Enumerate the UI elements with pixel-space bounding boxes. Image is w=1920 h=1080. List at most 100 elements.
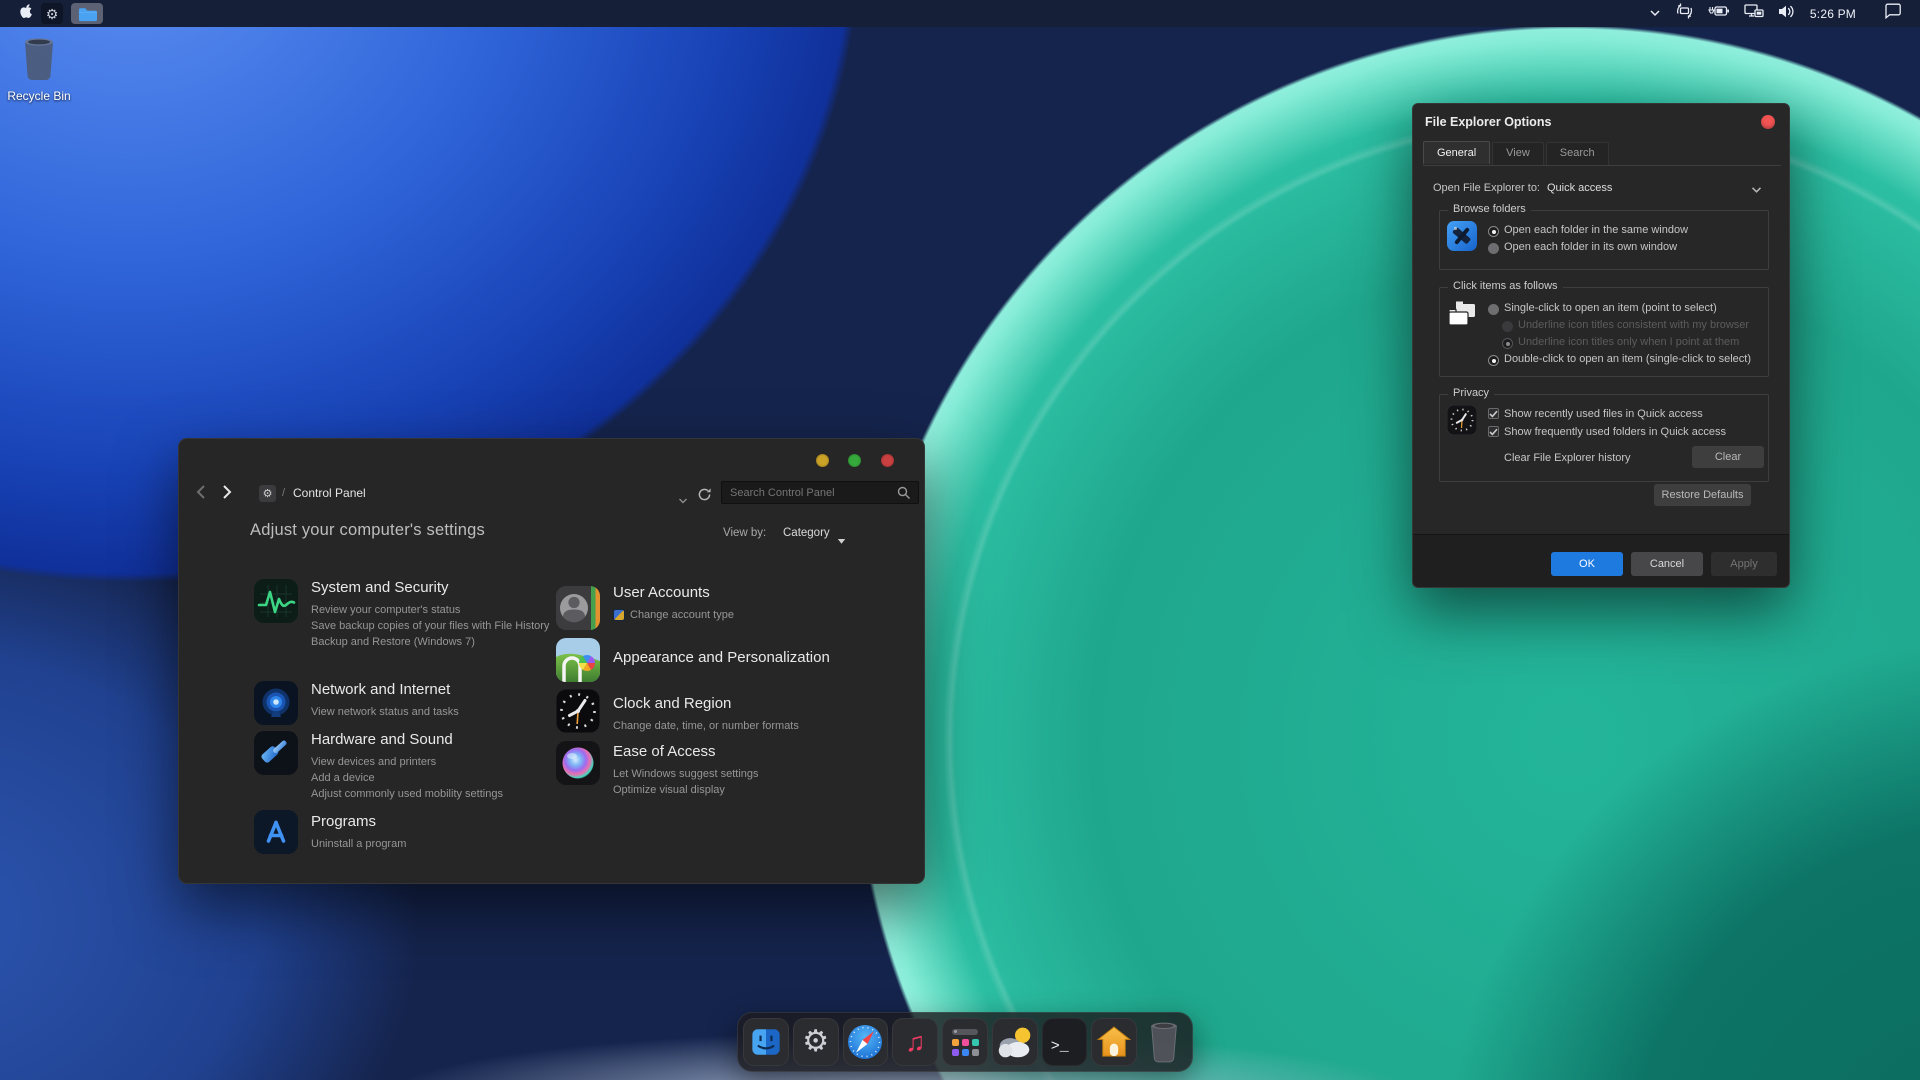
link-add-device[interactable]: Add a device	[311, 770, 579, 786]
clear-button[interactable]: Clear	[1692, 446, 1764, 468]
dock-home-icon[interactable]	[1091, 1018, 1137, 1066]
browse-folders-group: Browse folders Open each folder in the s…	[1439, 210, 1769, 270]
radio-own-window-label[interactable]: Open each folder in its own window	[1504, 241, 1677, 253]
browse-folders-icon	[1447, 221, 1477, 254]
click-items-icon	[1447, 299, 1477, 332]
category-clock-region[interactable]: Clock and Region	[613, 695, 881, 713]
appearance-personalization-icon[interactable]	[556, 638, 600, 682]
forward-button[interactable]	[219, 483, 235, 506]
link-file-history[interactable]: Save backup copies of your files with Fi…	[311, 618, 566, 634]
desktop: ⚙ 5:26 PM Recycle Bin ⚙ /	[0, 0, 1920, 1080]
checkbox-frequent-folders[interactable]	[1488, 426, 1499, 437]
tray-chevron-down-icon[interactable]	[1649, 5, 1661, 23]
link-mobility-settings[interactable]: Adjust commonly used mobility settings	[311, 786, 579, 802]
search-input[interactable]	[721, 481, 919, 504]
tray-battery-icon[interactable]	[1708, 4, 1730, 23]
category-appearance-personalization[interactable]: Appearance and Personalization	[613, 649, 881, 667]
tray-volume-icon[interactable]	[1778, 4, 1796, 24]
file-explorer-options-dialog: File Explorer Options General View Searc…	[1412, 103, 1790, 588]
page-heading: Adjust your computer's settings	[250, 521, 485, 540]
action-center-icon[interactable]	[1884, 3, 1902, 24]
open-to-chevron-icon[interactable]	[1751, 185, 1762, 197]
radio-double-click[interactable]	[1488, 355, 1499, 366]
ok-button[interactable]: OK	[1551, 552, 1623, 576]
checkbox-recent-files-label[interactable]: Show recently used files in Quick access	[1504, 408, 1703, 420]
open-to-label: Open File Explorer to:	[1433, 182, 1540, 194]
launchpad-grid	[952, 1039, 979, 1056]
address-dropdown-icon[interactable]	[678, 492, 688, 510]
view-by-select[interactable]: Category	[783, 527, 830, 539]
dialog-close-button[interactable]	[1761, 115, 1775, 129]
control-panel-crumb-icon[interactable]: ⚙	[259, 485, 276, 502]
apple-menu-icon[interactable]	[18, 3, 33, 25]
search-icon[interactable]	[897, 486, 911, 505]
clear-history-label: Clear File Explorer history	[1504, 452, 1631, 464]
refresh-icon[interactable]	[697, 487, 712, 507]
link-suggest-settings[interactable]: Let Windows suggest settings	[613, 766, 881, 782]
close-button[interactable]	[881, 454, 894, 467]
dock-safari-icon[interactable]	[843, 1018, 889, 1066]
radio-single-click[interactable]	[1488, 304, 1499, 315]
radio-same-window[interactable]	[1488, 226, 1499, 237]
category-ease-of-access[interactable]: Ease of Access	[613, 743, 881, 761]
dock-weather-icon[interactable]	[992, 1018, 1038, 1066]
radio-same-window-label[interactable]: Open each folder in the same window	[1504, 224, 1688, 236]
dock-music-icon[interactable]: ♫	[892, 1018, 938, 1066]
system-security-icon[interactable]	[254, 579, 298, 623]
tray-network-icon[interactable]	[1744, 3, 1764, 24]
dock: ⚙ ♫ >_	[737, 1012, 1193, 1072]
link-optimize-visual[interactable]: Optimize visual display	[613, 782, 881, 798]
radio-single-click-label[interactable]: Single-click to open an item (point to s…	[1504, 302, 1717, 314]
link-date-time-formats[interactable]: Change date, time, or number formats	[613, 718, 881, 734]
tab-search[interactable]: Search	[1546, 142, 1609, 165]
ease-of-access-icon[interactable]	[556, 741, 600, 785]
clock-region-icon[interactable]	[556, 689, 600, 733]
dock-launchpad-icon[interactable]	[942, 1018, 988, 1066]
tab-general[interactable]: General	[1423, 141, 1490, 164]
dialog-tabs: General View Search	[1423, 142, 1781, 166]
dialog-title: File Explorer Options	[1425, 115, 1551, 129]
radio-own-window[interactable]	[1488, 243, 1499, 254]
minimize-button[interactable]	[816, 454, 829, 467]
link-network-status[interactable]: View network status and tasks	[311, 704, 579, 720]
link-backup-restore[interactable]: Backup and Restore (Windows 7)	[311, 634, 579, 650]
programs-icon[interactable]	[254, 810, 298, 854]
menu-bar: ⚙ 5:26 PM	[0, 0, 1920, 27]
cancel-button[interactable]: Cancel	[1631, 552, 1703, 576]
recycle-bin[interactable]: Recycle Bin	[0, 36, 78, 103]
category-programs[interactable]: Programs	[311, 813, 579, 831]
user-accounts-icon[interactable]	[556, 586, 600, 630]
open-to-select[interactable]: Quick access	[1547, 182, 1612, 194]
control-panel-window: ⚙ / Control Panel Adjust your computer's…	[178, 438, 925, 884]
dock-system-preferences-icon[interactable]: ⚙	[793, 1018, 839, 1066]
breadcrumb-title[interactable]: Control Panel	[293, 486, 366, 500]
browse-folders-legend: Browse folders	[1448, 203, 1531, 215]
category-hardware-sound[interactable]: Hardware and Sound	[311, 731, 579, 749]
checkbox-recent-files[interactable]	[1488, 408, 1499, 419]
hardware-sound-icon[interactable]	[254, 731, 298, 775]
link-devices-printers[interactable]: View devices and printers	[311, 754, 579, 770]
clock-time[interactable]: 5:26 PM	[1810, 7, 1856, 21]
dock-trash-icon[interactable]	[1141, 1018, 1187, 1066]
view-by-caret-icon[interactable]	[837, 532, 846, 550]
menubar-file-explorer-icon[interactable]	[71, 3, 103, 24]
link-review-status[interactable]: Review your computer's status	[311, 602, 579, 618]
radio-double-click-label[interactable]: Double-click to open an item (single-cli…	[1504, 353, 1751, 365]
link-uninstall-program[interactable]: Uninstall a program	[311, 836, 579, 852]
back-button[interactable]	[193, 483, 209, 506]
category-user-accounts[interactable]: User Accounts	[613, 584, 881, 602]
radio-underline-browser	[1502, 321, 1513, 332]
tab-view[interactable]: View	[1492, 142, 1544, 165]
dock-finder-icon[interactable]	[743, 1018, 789, 1066]
network-internet-icon[interactable]	[254, 681, 298, 725]
category-network-internet[interactable]: Network and Internet	[311, 681, 579, 699]
zoom-button[interactable]	[848, 454, 861, 467]
category-system-security[interactable]: System and Security	[311, 579, 579, 597]
dock-terminal-icon[interactable]: >_	[1042, 1018, 1088, 1066]
link-change-account-type[interactable]: Change account type	[630, 607, 734, 623]
uac-shield-icon	[613, 609, 625, 621]
tray-sync-icon[interactable]	[1675, 2, 1694, 25]
restore-defaults-button[interactable]: Restore Defaults	[1654, 484, 1751, 506]
menubar-control-panel-icon[interactable]: ⚙	[41, 3, 63, 24]
checkbox-frequent-folders-label[interactable]: Show frequently used folders in Quick ac…	[1504, 426, 1726, 438]
